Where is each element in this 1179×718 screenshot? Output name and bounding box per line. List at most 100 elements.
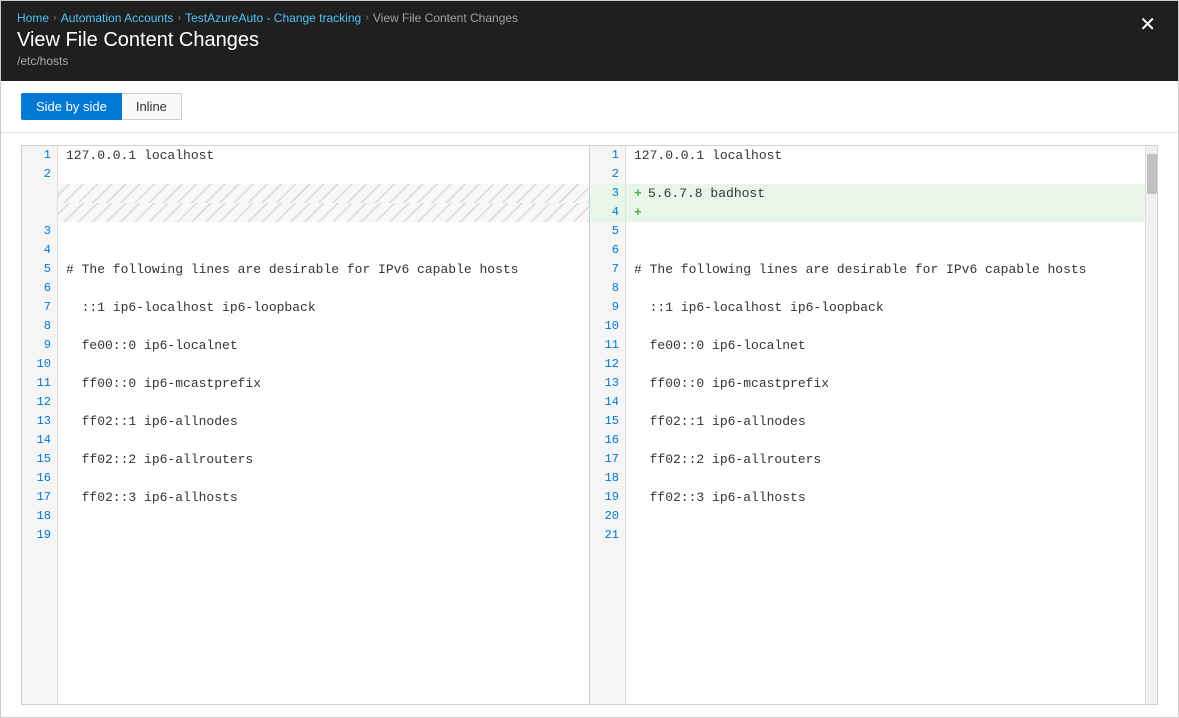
- line-number: 19: [22, 526, 57, 545]
- breadcrumb-sep-2: ›: [177, 12, 181, 24]
- line-number: 13: [590, 374, 625, 393]
- diff-line: ::1 ip6-localhost ip6-loopback: [626, 298, 1145, 317]
- diff-line: ff02::3 ip6-allhosts: [58, 488, 589, 507]
- diff-line: 127.0.0.1 localhost: [626, 146, 1145, 165]
- line-number: 14: [22, 431, 57, 450]
- diff-line: [626, 393, 1145, 412]
- line-number: 14: [590, 393, 625, 412]
- diff-line: +5.6.7.8 badhost: [626, 184, 1145, 203]
- breadcrumb-home[interactable]: Home: [17, 11, 49, 25]
- line-number: 18: [22, 507, 57, 526]
- line-number: 3: [590, 184, 625, 203]
- right-content-area: 127.0.0.1 localhost +5.6.7.8 badhost+ # …: [626, 146, 1145, 704]
- diff-line: [626, 222, 1145, 241]
- diff-line: [58, 317, 589, 336]
- tab-inline[interactable]: Inline: [122, 93, 182, 120]
- diff-container: 12 345678910111213141516171819 127.0.0.1…: [1, 133, 1178, 717]
- left-line-numbers: 12 345678910111213141516171819: [22, 146, 58, 704]
- line-number: 1: [590, 146, 625, 165]
- diff-line: [58, 165, 589, 184]
- breadcrumb-automation-accounts[interactable]: Automation Accounts: [61, 11, 174, 25]
- line-number: 12: [22, 393, 57, 412]
- page-subtitle: /etc/hosts: [17, 54, 1162, 68]
- breadcrumb: Home › Automation Accounts › TestAzureAu…: [17, 1, 1162, 29]
- diff-line: [58, 393, 589, 412]
- line-number: 12: [590, 355, 625, 374]
- line-number: 8: [22, 317, 57, 336]
- diff-line: [58, 222, 589, 241]
- modal-overlay: Home › Automation Accounts › TestAzureAu…: [0, 0, 1179, 718]
- line-number: 20: [590, 507, 625, 526]
- breadcrumb-current: View File Content Changes: [373, 11, 518, 25]
- line-number: 5: [22, 260, 57, 279]
- breadcrumb-sep-1: ›: [53, 12, 57, 24]
- line-number: 4: [590, 203, 625, 222]
- tab-side-by-side[interactable]: Side by side: [21, 93, 122, 120]
- line-number: [22, 203, 57, 222]
- diff-line: ff02::3 ip6-allhosts: [626, 488, 1145, 507]
- line-number: 10: [22, 355, 57, 374]
- line-number: 16: [590, 431, 625, 450]
- toolbar: Side by side Inline: [1, 81, 1178, 133]
- line-number: 9: [22, 336, 57, 355]
- diff-line: [58, 507, 589, 526]
- line-number: 15: [590, 412, 625, 431]
- diff-line: ::1 ip6-localhost ip6-loopback: [58, 298, 589, 317]
- modal-header: Home › Automation Accounts › TestAzureAu…: [1, 1, 1178, 81]
- diff-line: [58, 355, 589, 374]
- page-title: View File Content Changes: [17, 29, 1162, 52]
- diff-line: [626, 355, 1145, 374]
- line-number: 2: [22, 165, 57, 184]
- diff-line: [626, 526, 1145, 545]
- line-prefix-added: +: [634, 203, 648, 222]
- line-number: 17: [590, 450, 625, 469]
- line-number: 11: [22, 374, 57, 393]
- diff-line: [58, 241, 589, 260]
- scrollbar-thumb[interactable]: [1147, 154, 1157, 194]
- line-number: 7: [22, 298, 57, 317]
- diff-line: ff02::1 ip6-allnodes: [626, 412, 1145, 431]
- diff-line: ff02::2 ip6-allrouters: [626, 450, 1145, 469]
- diff-line: [58, 431, 589, 450]
- diff-pane-left: 12 345678910111213141516171819 127.0.0.1…: [21, 145, 589, 705]
- line-number: 13: [22, 412, 57, 431]
- diff-line: ff02::1 ip6-allnodes: [58, 412, 589, 431]
- diff-line: [58, 203, 589, 222]
- breadcrumb-sep-3: ›: [365, 12, 369, 24]
- line-number: 6: [590, 241, 625, 260]
- line-number: 16: [22, 469, 57, 488]
- line-number: 11: [590, 336, 625, 355]
- diff-line: [626, 279, 1145, 298]
- diff-line: [626, 165, 1145, 184]
- diff-line: fe00::0 ip6-localnet: [58, 336, 589, 355]
- breadcrumb-change-tracking[interactable]: TestAzureAuto - Change tracking: [185, 11, 361, 25]
- diff-line: 127.0.0.1 localhost: [58, 146, 589, 165]
- line-number: 3: [22, 222, 57, 241]
- left-content-area: 127.0.0.1 localhost # The following line…: [58, 146, 589, 704]
- line-number: 17: [22, 488, 57, 507]
- diff-line: ff00::0 ip6-mcastprefix: [58, 374, 589, 393]
- scrollbar[interactable]: [1145, 146, 1157, 704]
- diff-line: fe00::0 ip6-localnet: [626, 336, 1145, 355]
- diff-line: ff02::2 ip6-allrouters: [58, 450, 589, 469]
- diff-line: [58, 279, 589, 298]
- line-number: 18: [590, 469, 625, 488]
- line-number: 19: [590, 488, 625, 507]
- line-number: [22, 184, 57, 203]
- diff-line: +: [626, 203, 1145, 222]
- diff-line: [58, 469, 589, 488]
- line-number: 4: [22, 241, 57, 260]
- line-prefix-added: +: [634, 184, 648, 203]
- line-number: 21: [590, 526, 625, 545]
- diff-line: [626, 469, 1145, 488]
- line-number: 9: [590, 298, 625, 317]
- diff-line: # The following lines are desirable for …: [626, 260, 1145, 279]
- diff-line: # The following lines are desirable for …: [58, 260, 589, 279]
- line-number: 5: [590, 222, 625, 241]
- right-line-numbers: 123456789101112131415161718192021: [590, 146, 626, 704]
- close-button[interactable]: ✕: [1133, 13, 1162, 37]
- line-number: 15: [22, 450, 57, 469]
- diff-line: [58, 184, 589, 203]
- diff-line: [626, 507, 1145, 526]
- line-number: 1: [22, 146, 57, 165]
